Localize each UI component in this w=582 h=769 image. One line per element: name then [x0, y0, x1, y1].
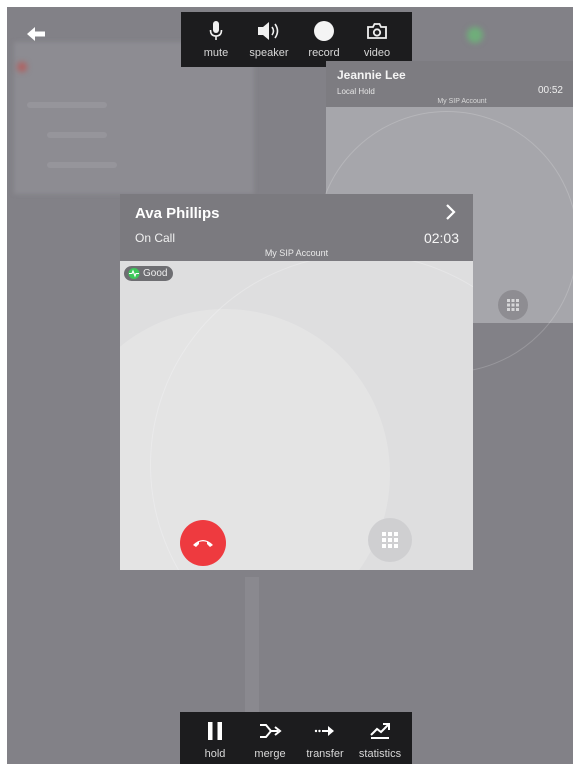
transfer-label: transfer — [306, 748, 344, 760]
call-quality-label: Good — [143, 268, 168, 279]
held-caller-name: Jeannie Lee — [337, 68, 406, 82]
video-button[interactable]: video — [353, 12, 401, 67]
hold-label: hold — [204, 748, 226, 760]
dialpad-button[interactable] — [368, 518, 412, 562]
call-controls-toolbar: mute speaker record video — [181, 12, 412, 67]
speaker-label: speaker — [249, 47, 289, 59]
record-icon — [314, 21, 334, 41]
pulse-icon — [128, 268, 140, 279]
microphone-icon — [209, 21, 223, 40]
pause-icon — [208, 722, 222, 740]
merge-button[interactable]: merge — [250, 712, 290, 764]
call-quality-badge: Good — [124, 266, 174, 281]
active-call-header: Ava Phillips On Call 02:03 My SIP Accoun… — [120, 194, 473, 261]
held-call-account: My SIP Account — [437, 98, 487, 105]
dialpad-icon — [507, 299, 519, 311]
record-button[interactable]: record — [300, 12, 348, 67]
call-actions-toolbar: hold merge transfer statistics — [180, 712, 412, 764]
held-dialpad-button[interactable] — [498, 290, 528, 320]
background-line — [27, 102, 107, 108]
held-call-status: Local Hold — [337, 87, 375, 96]
merge-icon — [260, 724, 282, 738]
held-call-duration: 00:52 — [537, 85, 563, 96]
held-call-header: Jeannie Lee Local Hold 00:52 My SIP Acco… — [326, 61, 573, 107]
call-account: My SIP Account — [264, 248, 329, 258]
background-stripe — [245, 577, 259, 722]
speaker-button[interactable]: speaker — [245, 12, 293, 67]
back-arrow-icon — [27, 27, 45, 41]
record-label: record — [308, 47, 340, 59]
mute-button[interactable]: mute — [192, 12, 240, 67]
camera-icon — [367, 23, 387, 39]
transfer-button[interactable]: transfer — [302, 712, 348, 764]
hold-button[interactable]: hold — [197, 712, 233, 764]
call-details-button[interactable] — [443, 203, 461, 223]
call-status: On Call — [135, 231, 176, 245]
hangup-button[interactable] — [180, 520, 226, 566]
video-label: video — [363, 47, 391, 59]
background-dot — [17, 62, 27, 72]
back-button[interactable] — [24, 22, 54, 48]
call-duration: 02:03 — [423, 230, 459, 246]
transfer-icon — [314, 726, 334, 736]
speaker-icon — [258, 22, 279, 40]
statistics-label: statistics — [358, 748, 402, 760]
background-dot — [467, 27, 483, 43]
dialpad-icon — [382, 532, 398, 548]
phone-hangup-icon — [193, 540, 213, 547]
statistics-button[interactable]: statistics — [354, 712, 406, 764]
background-line — [47, 162, 117, 168]
statistics-icon — [370, 723, 390, 739]
merge-label: merge — [254, 748, 286, 760]
chevron-right-icon — [446, 204, 456, 220]
mute-label: mute — [203, 47, 229, 59]
background-line — [47, 132, 107, 138]
active-call-card: Ava Phillips On Call 02:03 My SIP Accoun… — [120, 194, 473, 570]
caller-name: Ava Phillips — [135, 205, 220, 222]
